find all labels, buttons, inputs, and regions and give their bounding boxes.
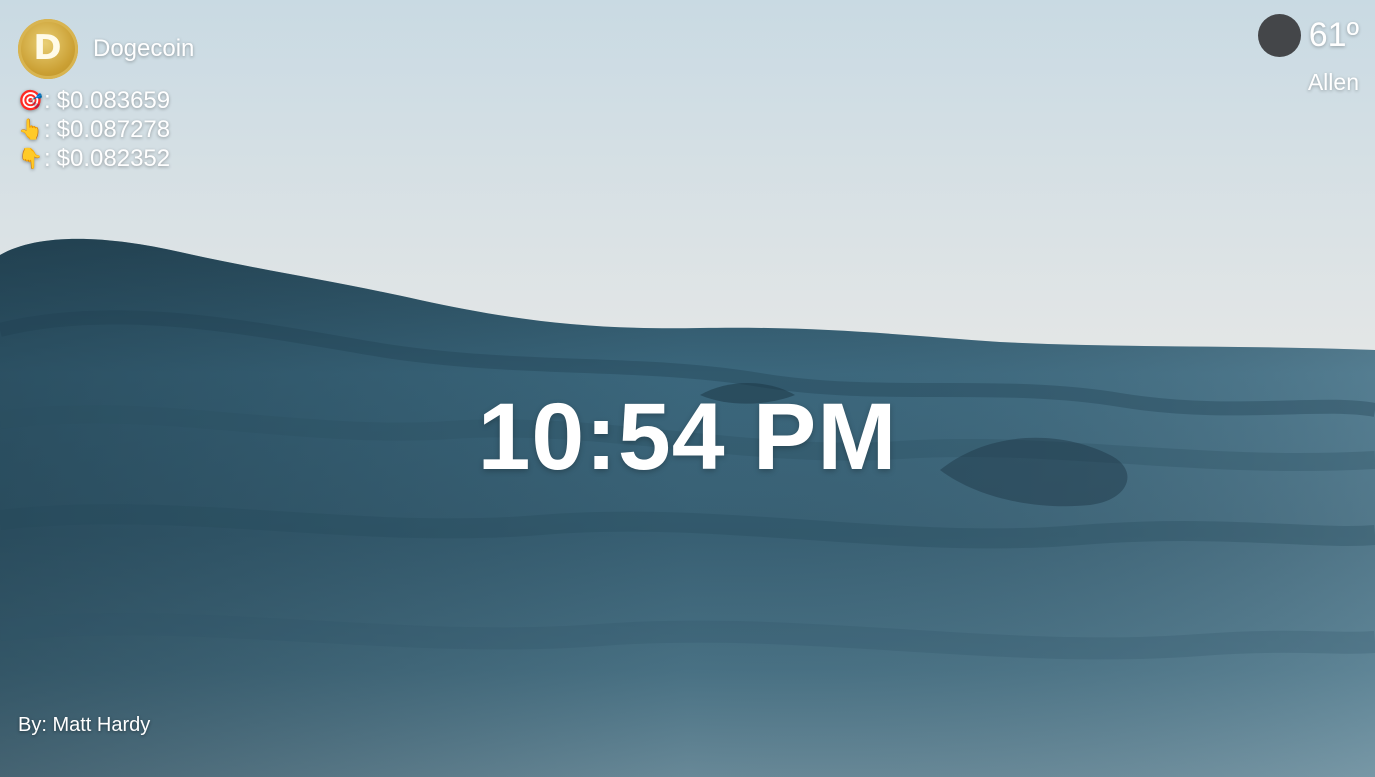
credit-text: By: Matt Hardy xyxy=(18,714,151,736)
price-list: 🎯 : $0.083659 👆 : $0.087278 👇 : $0.08235… xyxy=(18,86,194,173)
target-icon: 🎯 xyxy=(18,88,43,112)
weather-widget: 61º Allen xyxy=(1257,14,1359,96)
crypto-widget: D Dogecoin 🎯 : $0.083659 👆 : $0.087278 👇… xyxy=(18,18,194,173)
price-separator: : xyxy=(44,145,51,172)
clock-time: 10:54 PM xyxy=(477,384,898,490)
dogecoin-logo-icon: D xyxy=(18,19,78,79)
city-name: Allen xyxy=(1307,69,1359,95)
high-price-row: 👆 : $0.087278 xyxy=(18,115,194,144)
price-separator: : xyxy=(44,87,51,114)
low-price: $0.082352 xyxy=(56,145,171,172)
weather-top: 61º xyxy=(1257,14,1359,57)
high-price: $0.087278 xyxy=(56,116,171,143)
coin-name: Dogecoin xyxy=(93,35,195,62)
current-price: $0.083659 xyxy=(56,87,171,114)
current-price-row: 🎯 : $0.083659 xyxy=(18,86,194,115)
weather-icon xyxy=(1257,14,1301,57)
crypto-header: D Dogecoin xyxy=(18,18,194,80)
pointing-up-icon: 👆 xyxy=(18,117,43,141)
logo-letter: D xyxy=(33,28,62,69)
pointing-down-icon: 👇 xyxy=(18,146,43,170)
temperature: 61º xyxy=(1308,16,1359,54)
price-separator: : xyxy=(44,116,51,143)
low-price-row: 👇 : $0.082352 xyxy=(18,144,194,173)
